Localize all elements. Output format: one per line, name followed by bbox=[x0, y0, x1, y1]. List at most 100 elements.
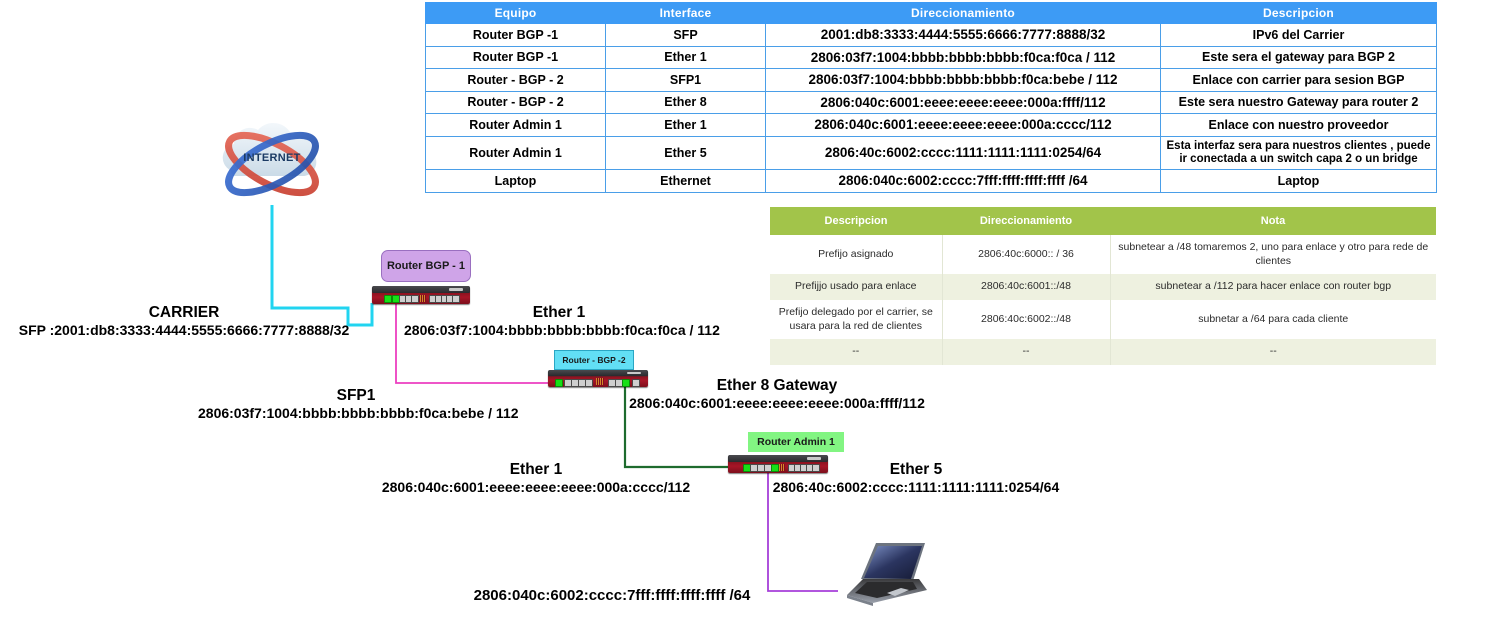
cell-direccionamiento: -- bbox=[941, 339, 1111, 365]
cell-equipo: Router Admin 1 bbox=[425, 113, 606, 137]
table-row: Router - BGP - 2 SFP1 2806:03f7:1004:bbbb:… bbox=[425, 68, 1437, 92]
label-ether5-address: 2806:40c:6002:cccc:1111:1111:1111:0254/6… bbox=[772, 479, 1060, 496]
cell-descripcion: Prefijjo usado para enlace bbox=[770, 274, 942, 300]
cell-interface: Ethernet bbox=[605, 169, 766, 193]
laptop-device-icon[interactable] bbox=[833, 535, 929, 609]
column-header-descripcion: Descripcion bbox=[1160, 2, 1437, 24]
table-row: Router Admin 1 Ether 5 2806:40c:6002:cccc:… bbox=[425, 135, 1437, 171]
table-row: -- -- -- bbox=[770, 339, 1436, 365]
node-label-router-bgp-2[interactable]: Router - BGP -2 bbox=[554, 350, 634, 370]
table-row: Laptop Ethernet 2806:040c:6002:cccc:7fff:f… bbox=[425, 169, 1437, 193]
addressing-table: Equipo Interface Direccionamiento Descri… bbox=[425, 2, 1437, 193]
label-ether1-bgp1: Ether 1 2806:03f7:1004:bbbb:bbbb:bbbb:f0… bbox=[404, 304, 720, 339]
label-ether5-title: Ether 5 bbox=[889, 461, 943, 478]
column-header-interface: Interface bbox=[605, 2, 766, 24]
cell-direccionamiento: 2806:40c:6002:cccc:1111:1111:1111:0254/6… bbox=[765, 135, 1161, 171]
cell-interface: SFP1 bbox=[605, 68, 766, 92]
cell-interface: Ether 1 bbox=[605, 113, 766, 137]
column-header-direccionamiento: Direccionamiento bbox=[942, 207, 1110, 235]
table-header-row: Descripcion Direccionamiento Nota bbox=[770, 207, 1436, 235]
internet-cloud-label: INTERNET bbox=[243, 152, 301, 164]
router-bgp-1-device-icon[interactable] bbox=[372, 286, 470, 304]
cell-direccionamiento: 2806:03f7:1004:bbbb:bbbb:bbbb:f0ca:f0ca … bbox=[765, 45, 1161, 70]
router-vents bbox=[418, 294, 426, 303]
cell-equipo: Router - BGP - 2 bbox=[425, 68, 606, 92]
cell-direccionamiento: 2806:40c:6001::/48 bbox=[941, 274, 1111, 300]
node-label-text: Router BGP - 1 bbox=[386, 259, 466, 272]
cell-nota: subnetear a /48 tomaremos 2, uno para en… bbox=[1110, 235, 1436, 275]
node-label-text: Router Admin 1 bbox=[757, 436, 835, 448]
cell-nota: subnetar a /64 para cada cliente bbox=[1110, 299, 1436, 340]
cell-nota: subnetear a /112 para hacer enlace con r… bbox=[1110, 274, 1436, 300]
cell-equipo: Router BGP -1 bbox=[425, 23, 606, 47]
column-header-equipo: Equipo bbox=[425, 2, 606, 24]
table-row: Router BGP -1 SFP 2001:db8:3333:4444:5555:… bbox=[425, 23, 1437, 47]
router-display bbox=[449, 287, 464, 291]
cell-equipo: Router Admin 1 bbox=[425, 135, 606, 171]
router-display bbox=[627, 371, 641, 375]
table-row: Router BGP -1 Ether 1 2806:03f7:1004:bbbb:… bbox=[425, 45, 1437, 70]
internet-cloud-icon bbox=[222, 122, 319, 197]
label-sfp1-title: SFP1 bbox=[336, 387, 376, 404]
label-ether1-bgp1-address: 2806:03f7:1004:bbbb:bbbb:bbbb:f0ca:f0ca … bbox=[404, 322, 720, 339]
column-header-descripcion: Descripcion bbox=[770, 207, 942, 235]
label-ether8-title: Ether 8 Gateway bbox=[716, 377, 838, 394]
cell-interface: Ether 1 bbox=[605, 45, 766, 70]
table-header-row: Equipo Interface Direccionamiento Descri… bbox=[425, 2, 1437, 24]
label-ether5-admin: Ether 5 2806:40c:6002:cccc:1111:1111:111… bbox=[772, 461, 1060, 496]
cell-descripcion: Enlace con nuestro proveedor bbox=[1160, 113, 1437, 137]
router-vents bbox=[596, 378, 604, 386]
table-row: Prefijo asignado 2806:40c:6000:: / 36 subn… bbox=[770, 235, 1436, 275]
cell-direccionamiento: 2806:40c:6000:: / 36 bbox=[941, 235, 1111, 275]
cell-descripcion: Prefijo asignado bbox=[770, 235, 942, 275]
label-laptop-address-text: 2806:040c:6002:cccc:7fff:ffff:ffff:ffff … bbox=[473, 587, 751, 604]
cell-direccionamiento: 2806:040c:6002:cccc:7fff:ffff:ffff:ffff … bbox=[765, 169, 1161, 193]
label-ether8-address: 2806:040c:6001:eeee:eeee:eeee:000a:ffff/… bbox=[629, 395, 925, 412]
cell-direccionamiento: 2806:03f7:1004:bbbb:bbbb:bbbb:f0ca:bebe … bbox=[765, 68, 1161, 92]
cell-direccionamiento: 2806:40c:6002::/48 bbox=[941, 299, 1111, 340]
label-ether1-admin-title: Ether 1 bbox=[509, 461, 563, 478]
prefix-table: Descripcion Direccionamiento Nota Prefij… bbox=[770, 207, 1436, 365]
node-label-router-admin-1[interactable]: Router Admin 1 bbox=[748, 432, 844, 452]
label-ether1-admin-address: 2806:040c:6001:eeee:eeee:eeee:000a:cccc/… bbox=[381, 479, 691, 496]
cell-nota: -- bbox=[1110, 339, 1436, 365]
cell-descripcion: IPv6 del Carrier bbox=[1160, 23, 1437, 47]
cell-equipo: Router - BGP - 2 bbox=[425, 90, 606, 115]
cell-interface: SFP bbox=[605, 23, 766, 47]
label-carrier: CARRIER SFP :2001:db8:3333:4444:5555:666… bbox=[6, 304, 362, 339]
node-label-text: Router - BGP -2 bbox=[562, 355, 626, 365]
cell-equipo: Laptop bbox=[425, 169, 606, 193]
table-row: Router - BGP - 2 Ether 8 2806:040c:6001:ee… bbox=[425, 90, 1437, 115]
cell-descripcion: Enlace con carrier para sesion BGP bbox=[1160, 68, 1437, 92]
router-port bbox=[411, 295, 420, 304]
router-port bbox=[452, 295, 461, 304]
label-carrier-address: SFP :2001:db8:3333:4444:5555:6666:7777:8… bbox=[18, 322, 350, 339]
cell-descripcion: Laptop bbox=[1160, 169, 1437, 193]
column-header-nota: Nota bbox=[1110, 207, 1436, 235]
router-port bbox=[391, 295, 400, 304]
label-sfp1-address: 2806:03f7:1004:bbbb:bbbb:bbbb:f0ca:bebe … bbox=[198, 405, 519, 422]
cell-equipo: Router BGP -1 bbox=[425, 45, 606, 70]
cell-direccionamiento: 2806:040c:6001:eeee:eeee:eeee:000a:cccc/… bbox=[765, 113, 1161, 137]
column-header-direccionamiento: Direccionamiento bbox=[765, 2, 1161, 24]
cell-direccionamiento: 2806:040c:6001:eeee:eeee:eeee:000a:ffff/… bbox=[765, 90, 1161, 115]
label-ether8-gateway: Ether 8 Gateway 2806:040c:6001:eeee:eeee… bbox=[629, 377, 925, 412]
label-ether1-admin: Ether 1 2806:040c:6001:eeee:eeee:eeee:00… bbox=[381, 461, 691, 496]
cell-interface: Ether 5 bbox=[605, 135, 766, 171]
table-row: Prefijjo usado para enlace 2806:40c:6001:… bbox=[770, 274, 1436, 300]
node-label-router-bgp-1[interactable]: Router BGP - 1 bbox=[381, 250, 471, 282]
cell-descripcion: -- bbox=[770, 339, 942, 365]
cell-descripcion: Esta interfaz sera para nuestros cliente… bbox=[1160, 135, 1437, 171]
router-port bbox=[585, 378, 593, 387]
router-display bbox=[807, 456, 821, 460]
label-laptop-address: 2806:040c:6002:cccc:7fff:ffff:ffff:ffff … bbox=[464, 587, 760, 605]
cell-direccionamiento: 2001:db8:3333:4444:5555:6666:7777:8888/3… bbox=[765, 23, 1161, 47]
router-port bbox=[383, 295, 392, 304]
cell-descripcion: Este sera el gateway para BGP 2 bbox=[1160, 45, 1437, 70]
label-sfp1-bgp2: SFP1 2806:03f7:1004:bbbb:bbbb:bbbb:f0ca:… bbox=[198, 387, 519, 422]
cell-descripcion: Prefijo delegado por el carrier, se usar… bbox=[770, 299, 942, 340]
router-port bbox=[555, 378, 563, 387]
label-carrier-title: CARRIER bbox=[148, 304, 220, 321]
table-row: Prefijo delegado por el carrier, se usar… bbox=[770, 299, 1436, 340]
label-ether1-bgp1-title: Ether 1 bbox=[532, 304, 586, 321]
